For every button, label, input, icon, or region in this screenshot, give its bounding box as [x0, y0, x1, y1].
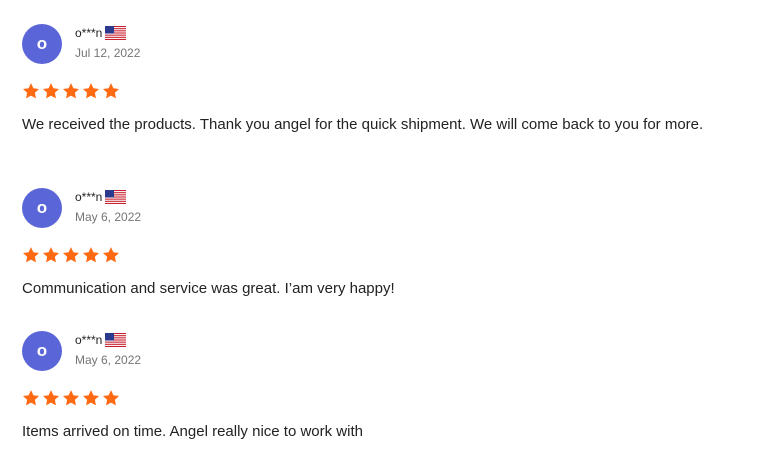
star-rating	[22, 82, 120, 100]
reviewer-info: o***n	[75, 332, 127, 348]
reviewer-info: o***n	[75, 25, 127, 41]
review-date: May 6, 2022	[75, 210, 142, 224]
avatar: o	[22, 331, 62, 371]
star-rating	[22, 389, 120, 407]
star-icon	[62, 83, 80, 99]
star-icon	[102, 83, 120, 99]
star-icon	[102, 247, 120, 263]
avatar: o	[22, 24, 62, 64]
star-icon	[22, 247, 40, 263]
star-icon	[42, 247, 60, 263]
review-text: Communication and service was great. I’a…	[22, 280, 395, 297]
star-icon	[102, 390, 120, 406]
star-icon	[82, 390, 100, 406]
review-item: o o***n May 6, 2022	[22, 331, 757, 440]
star-icon	[42, 390, 60, 406]
star-icon	[82, 247, 100, 263]
review-item: o o***n Jul 12, 2022 We received the pro…	[22, 24, 757, 133]
reviewer-name: o***n	[75, 333, 103, 347]
review-text: We received the products. Thank you ange…	[22, 116, 704, 133]
star-icon	[62, 390, 80, 406]
us-flag-icon	[105, 333, 127, 347]
review-header: o o***n Jul 12, 2022	[22, 24, 757, 64]
reviewer-info: o***n	[75, 189, 127, 205]
review-header: o o***n May 6, 2022	[22, 331, 757, 371]
star-icon	[42, 83, 60, 99]
review-text: Items arrived on time. Angel really nice…	[22, 423, 363, 440]
review-date: May 6, 2022	[75, 353, 142, 367]
reviewer-name: o***n	[75, 190, 103, 204]
review-date: Jul 12, 2022	[75, 46, 141, 60]
review-header: o o***n May 6, 2022	[22, 188, 757, 228]
star-icon	[22, 390, 40, 406]
star-icon	[82, 83, 100, 99]
star-rating	[22, 246, 120, 264]
star-icon	[22, 83, 40, 99]
us-flag-icon	[105, 190, 127, 204]
avatar: o	[22, 188, 62, 228]
reviewer-name: o***n	[75, 26, 103, 40]
us-flag-icon	[105, 26, 127, 40]
star-icon	[62, 247, 80, 263]
review-item: o o***n May 6, 2022	[22, 188, 757, 297]
